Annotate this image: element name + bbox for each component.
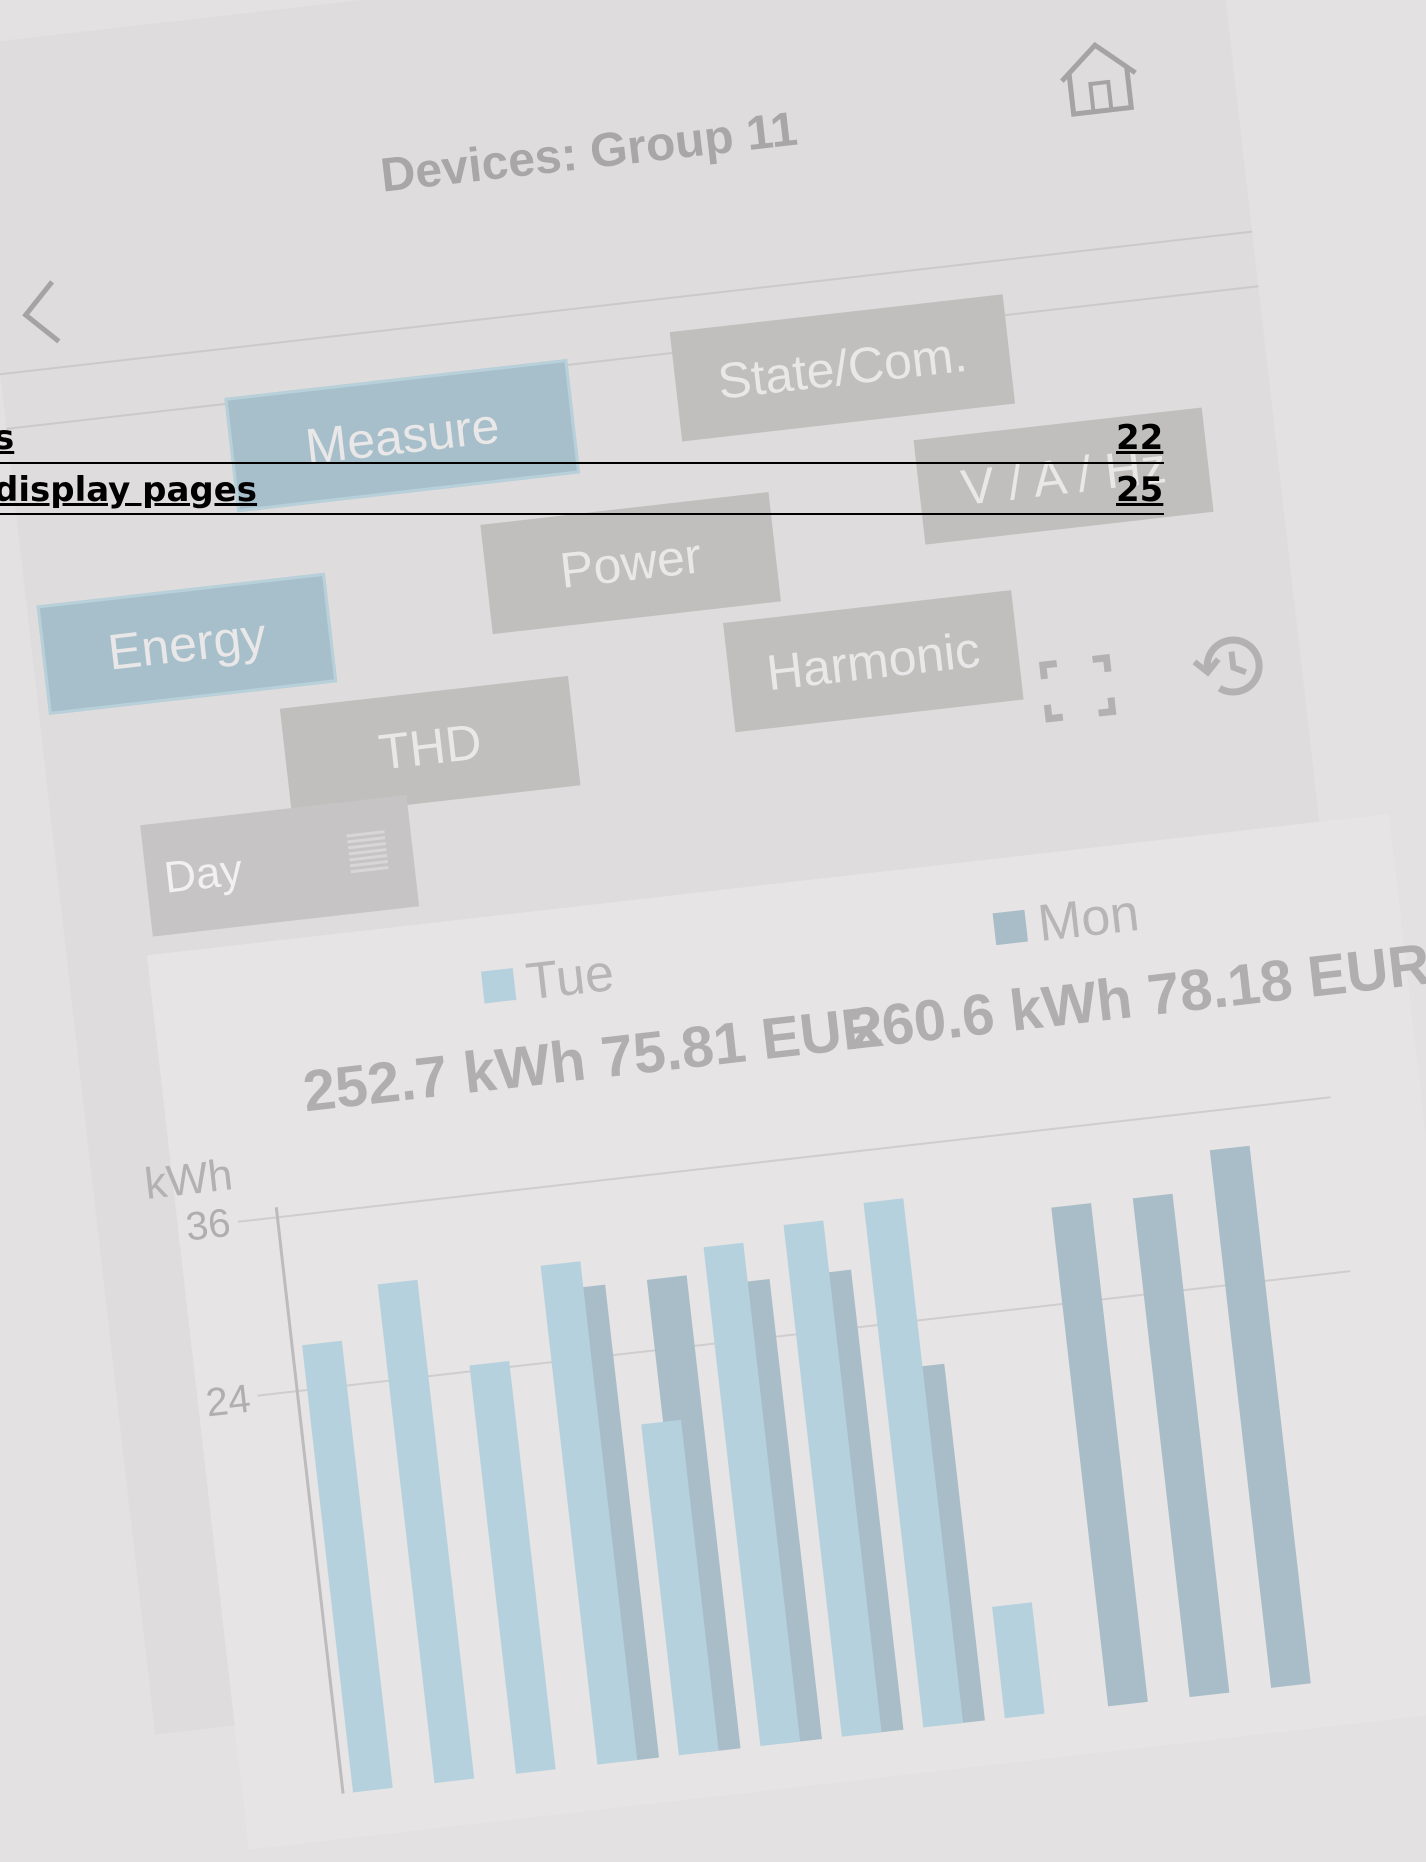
toc-entry-page: 25 [1116, 470, 1164, 510]
bar-mon [1051, 1203, 1151, 1727]
history-icon[interactable] [1187, 621, 1276, 710]
bar-mon [1132, 1193, 1232, 1717]
bar-mon [1209, 1145, 1314, 1708]
chevron-left-icon[interactable] [12, 276, 70, 351]
toc-rule [0, 513, 1164, 515]
legend-swatch-tue [480, 968, 517, 1004]
bar-tue [302, 1340, 396, 1799]
toc-entry-text: s [0, 418, 15, 458]
bar-tue [377, 1279, 477, 1799]
y-tick-label: 36 [183, 1200, 233, 1250]
legend-label-mon: Mon [1034, 884, 1142, 954]
bar-tue [469, 1360, 558, 1794]
legend-label-tue: Tue [523, 943, 617, 1012]
y-tick-label: 24 [203, 1376, 253, 1426]
legend-swatch-mon [992, 909, 1029, 946]
home-icon[interactable] [1049, 32, 1147, 122]
toc-entry-page: 22 [1116, 418, 1164, 458]
list-icon [346, 830, 389, 874]
fullscreen-icon[interactable] [1034, 649, 1121, 728]
period-label: Day [161, 845, 245, 903]
toc-entry-text: display pages [0, 470, 258, 510]
energy-bar-chart [237, 1096, 1351, 1799]
toc-rule [0, 462, 1164, 464]
app-screen: Devices: Group 11 Measure State/Com. V /… [0, 0, 1426, 1850]
